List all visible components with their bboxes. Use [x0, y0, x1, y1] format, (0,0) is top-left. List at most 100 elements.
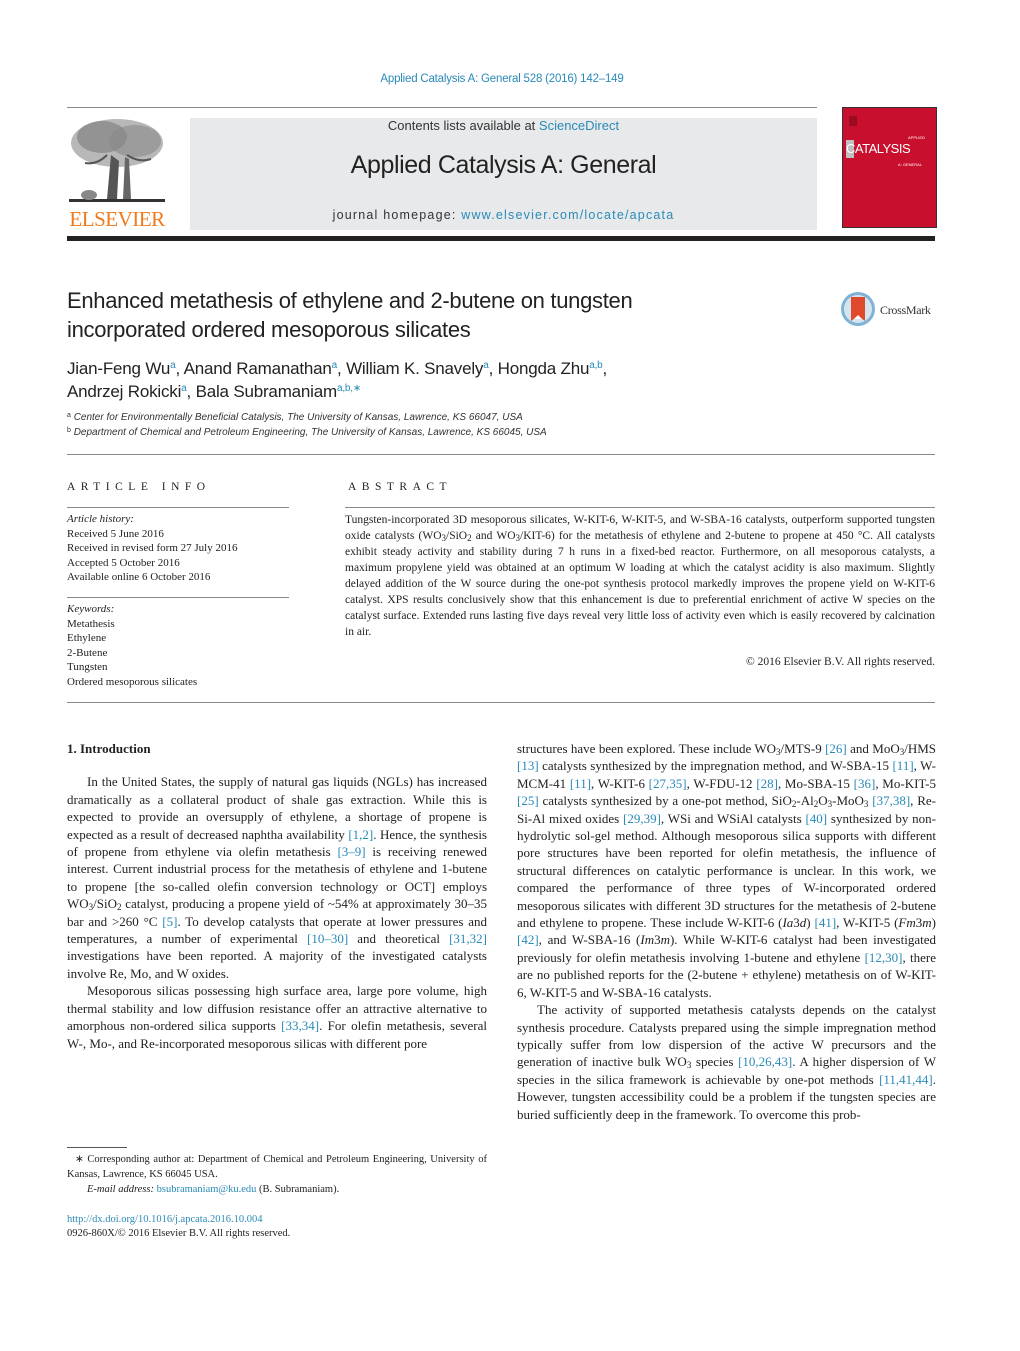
paragraph: The activity of supported metathesis cat… [517, 1002, 937, 1122]
author[interactable]: Anand Ramanathana [184, 359, 338, 378]
email-link[interactable]: bsubramaniam@ku.edu [157, 1184, 257, 1195]
citation-link[interactable]: [42] [517, 932, 539, 947]
cover-title: CATALYSIS [846, 141, 911, 156]
journal-title: Applied Catalysis A: General [350, 151, 657, 179]
affiliation-divider [67, 454, 935, 455]
citation-link[interactable]: [13] [517, 758, 539, 773]
author[interactable]: William K. Snavelya [346, 359, 489, 378]
citation-link[interactable]: [12,30] [865, 950, 903, 965]
citation-link[interactable]: [37,38] [872, 793, 910, 808]
article-history: Article history: Received 5 June 2016 Re… [67, 512, 289, 585]
affiliation-mark[interactable]: a [332, 360, 338, 371]
paragraph: Mesoporous silicas possessing high surfa… [67, 983, 487, 1051]
header-thick-divider [67, 236, 935, 241]
sciencedirect-link[interactable]: ScienceDirect [539, 118, 619, 133]
top-divider [67, 107, 817, 108]
section-heading-introduction: 1. Introduction [67, 741, 151, 756]
citation-link[interactable]: [10,26,43] [738, 1054, 792, 1069]
history-item: Accepted 5 October 2016 [67, 556, 180, 569]
citation-link[interactable]: [3–9] [337, 844, 365, 859]
citation-link[interactable]: [28] [756, 776, 778, 791]
history-item: Available online 6 October 2016 [67, 571, 211, 583]
affiliation-b: b Department of Chemical and Petroleum E… [67, 427, 547, 438]
affiliation-mark[interactable]: a [181, 383, 187, 394]
affiliation-mark[interactable]: a [483, 360, 489, 371]
keyword: 2-Butene [67, 646, 108, 659]
citation-link[interactable]: [36] [854, 776, 876, 791]
crossmark-button[interactable]: CrossMark [840, 290, 940, 330]
author[interactable]: Andrzej Rokickia [67, 382, 187, 401]
abstract-text: Tungsten-incorporated 3D mesoporous sili… [345, 514, 935, 638]
citation-link[interactable]: [31,32] [449, 931, 487, 946]
body-column-right: structures have been explored. These inc… [517, 740, 936, 1123]
contents-available-line: Contents lists available at ScienceDirec… [190, 118, 817, 133]
issn-copyright: 0926-860X/© 2016 Elsevier B.V. All right… [67, 1228, 291, 1239]
elsevier-logo: ELSEVIER [67, 115, 167, 231]
history-label: Article history: [67, 513, 134, 525]
author[interactable]: Hongda Zhua,b [498, 359, 603, 378]
article-info-heading: ARTICLE INFO [67, 481, 211, 493]
abstract-heading: ABSTRACT [348, 481, 453, 493]
affiliation-mark[interactable]: a,b,∗ [337, 383, 361, 394]
citation-link[interactable]: [5] [162, 914, 177, 929]
citation-link[interactable]: [25] [517, 793, 539, 808]
keyword: Ordered mesoporous silicates [67, 675, 198, 688]
keyword: Tungsten [67, 661, 108, 673]
citation-link[interactable]: [11] [892, 758, 913, 773]
journal-masthead: Contents lists available at ScienceDirec… [190, 118, 817, 230]
elsevier-tree-icon [67, 115, 167, 207]
citation-link[interactable]: [41] [814, 915, 836, 930]
citation-link[interactable]: [11] [570, 776, 591, 791]
citation-link[interactable]: [1,2] [348, 827, 373, 842]
keyword: Metathesis [67, 617, 115, 630]
journal-homepage-link[interactable]: www.elsevier.com/locate/apcata [461, 208, 674, 222]
body-column-left: 1. Introduction In the United States, th… [67, 740, 487, 1052]
journal-homepage-line: journal homepage: www.elsevier.com/locat… [190, 208, 817, 222]
citation-link[interactable]: [27,35] [649, 776, 687, 791]
history-item: Received in revised form 27 July 2016 [67, 542, 238, 554]
crossmark-icon [841, 292, 875, 326]
citation-link[interactable]: [10–30] [307, 931, 348, 946]
citation-link[interactable]: [26] [825, 741, 847, 756]
citation-link[interactable]: [29,39] [623, 811, 661, 826]
front-matter-divider [67, 702, 935, 703]
email-owner: (B. Subramaniam). [256, 1184, 340, 1195]
citation-link[interactable]: [11,41,44] [879, 1072, 933, 1087]
article-info-divider [67, 507, 289, 508]
homepage-prefix: journal homepage: [332, 208, 462, 222]
corresponding-author-note: ∗ Corresponding author at: Department of… [67, 1154, 487, 1180]
cover-subtitle: A: GENERAL [898, 162, 923, 167]
author[interactable]: Jian-Feng Wua [67, 359, 176, 378]
affiliations: a Center for Environmentally Beneficial … [67, 410, 767, 440]
affiliation-a: a Center for Environmentally Beneficial … [67, 412, 523, 423]
abstract-divider [345, 507, 935, 508]
crossmark-label: CrossMark [880, 303, 931, 317]
article-title: Enhanced metathesis of ethylene and 2-bu… [67, 286, 787, 344]
doi-link[interactable]: http://dx.doi.org/10.1016/j.apcata.2016.… [67, 1212, 263, 1227]
footnote-divider [67, 1147, 127, 1148]
author[interactable]: Bala Subramaniama,b,∗ [196, 382, 362, 401]
paragraph-continued: structures have been explored. These inc… [517, 741, 937, 1000]
affiliation-mark[interactable]: a [170, 360, 176, 371]
elsevier-wordmark: ELSEVIER [69, 207, 165, 231]
journal-cover-thumbnail[interactable]: APPLIED CATALYSIS A: GENERAL [842, 107, 937, 228]
cover-publisher-mark [849, 116, 857, 126]
keywords: Keywords: Metathesis Ethylene 2-Butene T… [67, 602, 289, 689]
corresponding-author-footnote: ∗ Corresponding author at: Department of… [67, 1152, 487, 1197]
email-line: E-mail address: bsubramaniam@ku.edu (B. … [67, 1182, 487, 1197]
keyword: Ethylene [67, 632, 107, 644]
citation-link[interactable]: [40] [805, 811, 827, 826]
email-label: E-mail address: [87, 1184, 157, 1195]
affiliation-mark[interactable]: a,b [589, 360, 603, 371]
paragraph: In the United States, the supply of natu… [67, 774, 487, 981]
citation-link[interactable]: [33,34] [281, 1018, 319, 1033]
keywords-divider [67, 597, 289, 598]
history-item: Received 5 June 2016 [67, 527, 164, 540]
article-title-line-2: incorporated ordered mesoporous silicate… [67, 317, 471, 342]
keywords-label: Keywords: [67, 603, 115, 615]
abstract-copyright: © 2016 Elsevier B.V. All rights reserved… [746, 656, 935, 668]
journal-reference-link[interactable]: Applied Catalysis A: General 528 (2016) … [0, 73, 1004, 85]
contents-prefix: Contents lists available at [387, 118, 539, 133]
article-title-line-1: Enhanced metathesis of ethylene and 2-bu… [67, 288, 633, 313]
cover-top-label: APPLIED [908, 135, 925, 140]
